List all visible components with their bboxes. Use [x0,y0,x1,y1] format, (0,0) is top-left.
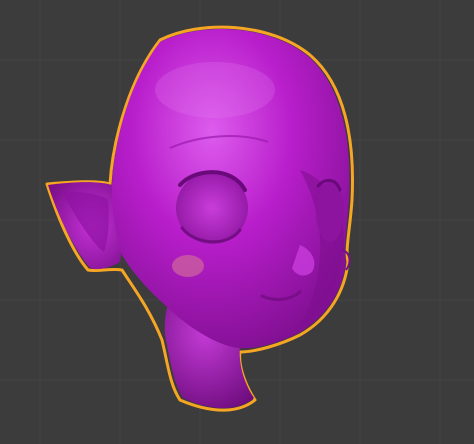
3d-viewport[interactable] [0,0,474,444]
head-highlight [155,62,275,118]
viewport-canvas[interactable] [0,0,474,444]
cheek-blush [172,255,204,277]
